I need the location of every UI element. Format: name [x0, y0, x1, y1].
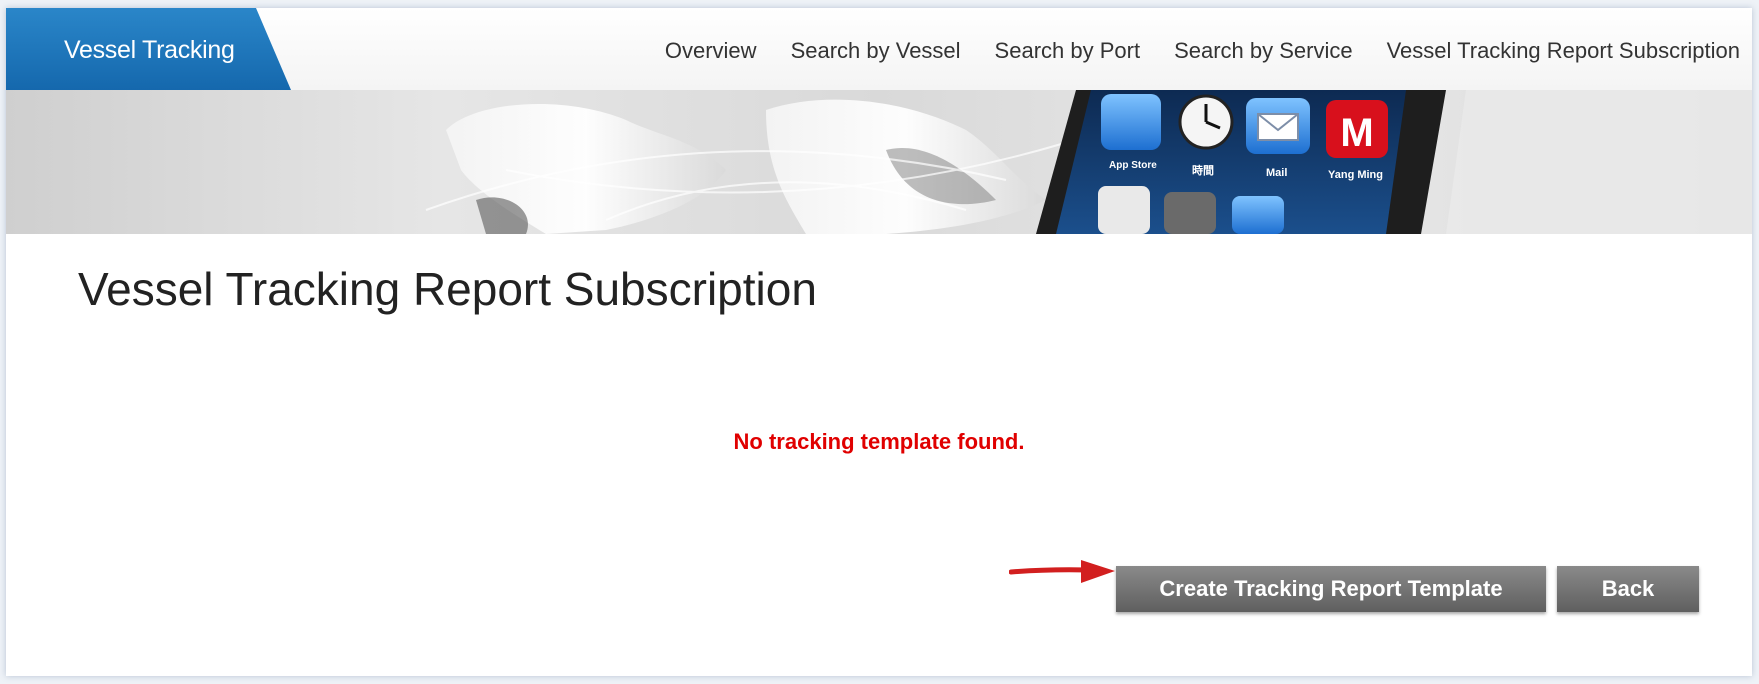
hero-banner: M App Store 時間 Mail Yang Ming	[6, 90, 1752, 234]
svg-text:時間: 時間	[1192, 163, 1214, 177]
page-title: Vessel Tracking Report Subscription	[78, 263, 817, 315]
back-button[interactable]: Back	[1557, 566, 1699, 612]
nav-overview[interactable]: Overview	[665, 38, 757, 64]
page-frame: Vessel Tracking Overview Search by Vesse…	[6, 8, 1752, 676]
brand-title[interactable]: Vessel Tracking	[64, 36, 235, 65]
pointer-arrow-icon	[1009, 560, 1115, 583]
banner-illustration: M App Store 時間 Mail Yang Ming	[425, 90, 1752, 234]
svg-text:App Store: App Store	[1109, 160, 1157, 171]
create-tracking-report-template-button[interactable]: Create Tracking Report Template	[1116, 566, 1546, 612]
svg-text:M: M	[1340, 111, 1373, 155]
svg-text:Mail: Mail	[1266, 167, 1287, 179]
nav-report-subscription[interactable]: Vessel Tracking Report Subscription	[1387, 38, 1740, 64]
main-nav: Overview Search by Vessel Search by Port…	[665, 38, 1740, 64]
top-navigation-bar: Vessel Tracking Overview Search by Vesse…	[6, 8, 1752, 90]
empty-state-message: No tracking template found.	[733, 429, 1025, 454]
nav-search-by-service[interactable]: Search by Service	[1174, 38, 1353, 64]
svg-text:Yang Ming: Yang Ming	[1328, 169, 1383, 181]
nav-search-by-port[interactable]: Search by Port	[995, 38, 1141, 64]
nav-search-by-vessel[interactable]: Search by Vessel	[791, 38, 961, 64]
